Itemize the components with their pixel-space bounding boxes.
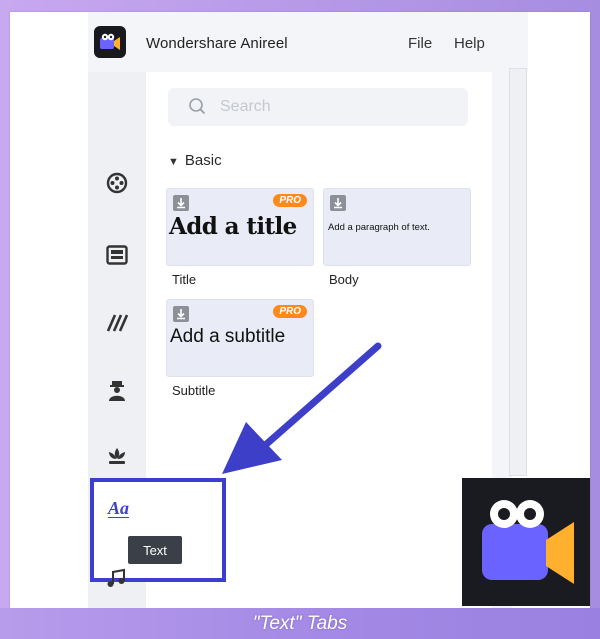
download-icon[interactable] xyxy=(173,306,189,322)
card-label-subtitle: Subtitle xyxy=(172,383,216,398)
text-card-subtitle[interactable]: PRO Add a subtitle xyxy=(166,299,314,377)
effects-stripes-icon[interactable] xyxy=(102,308,132,338)
search-input[interactable] xyxy=(220,96,440,118)
anireel-logo xyxy=(462,478,590,606)
camera-logo-icon xyxy=(100,33,120,50)
character-icon[interactable] xyxy=(102,376,132,406)
menu-file[interactable]: File xyxy=(408,35,432,52)
section-label: Basic xyxy=(184,152,222,169)
app-title: Wondershare Anireel xyxy=(146,35,288,52)
search-box[interactable] xyxy=(168,88,468,126)
menu-help[interactable]: Help xyxy=(454,35,485,52)
pro-badge: PRO xyxy=(273,305,307,318)
card-preview-body: Add a paragraph of text. xyxy=(328,222,430,233)
card-preview-title: Add a title xyxy=(169,213,297,240)
card-label-body: Body xyxy=(329,272,359,287)
collapse-triangle-icon[interactable]: ▼ xyxy=(168,156,179,168)
film-reel-icon[interactable] xyxy=(102,168,132,198)
text-card-title[interactable]: PRO Add a title xyxy=(166,188,314,266)
download-icon[interactable] xyxy=(330,195,346,211)
timeline-strip xyxy=(509,68,527,476)
camera-logo-icon xyxy=(482,500,574,584)
text-tooltip: Text xyxy=(128,536,182,564)
lotus-icon[interactable] xyxy=(102,440,132,470)
text-tab-icon[interactable]: Aa xyxy=(108,498,136,520)
download-icon[interactable] xyxy=(173,195,189,211)
titlebar: Wondershare Anireel File Help xyxy=(88,12,528,72)
card-preview-subtitle: Add a subtitle xyxy=(170,326,286,347)
section-basic[interactable]: ▼ Basic xyxy=(168,152,222,169)
app-logo xyxy=(94,26,126,58)
caption: "Text" Tabs xyxy=(252,613,348,634)
text-card-body[interactable]: Add a paragraph of text. xyxy=(323,188,471,266)
pro-badge: PRO xyxy=(273,194,307,207)
search-icon xyxy=(189,98,206,115)
media-panel-icon[interactable] xyxy=(102,240,132,270)
music-icon[interactable] xyxy=(104,566,128,590)
tooltip-label: Text xyxy=(143,542,167,558)
card-label-title: Title xyxy=(172,272,197,287)
